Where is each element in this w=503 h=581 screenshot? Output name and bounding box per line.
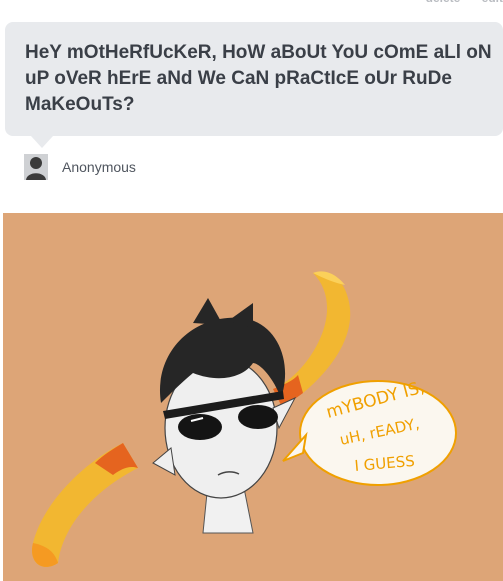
speech-bubble: mYBODY IS, uH, rEADY, I GUESS [282, 377, 457, 486]
delete-link[interactable]: delete [426, 0, 461, 5]
asker-info: Anonymous [24, 154, 136, 180]
right-horn [273, 271, 351, 405]
left-horn [32, 443, 138, 567]
asker-name[interactable]: Anonymous [62, 159, 136, 175]
post-actions: delete edit [408, 0, 503, 5]
character-head [152, 298, 297, 499]
answer-illustration: mYBODY IS, uH, rEADY, I GUESS [3, 213, 503, 581]
question-bubble: HeY mOtHeRfUcKeR, HoW aBoUt YoU cOmE aLl… [5, 22, 503, 148]
edit-link[interactable]: edit [482, 0, 503, 5]
question-text: HeY mOtHeRfUcKeR, HoW aBoUt YoU cOmE aLl… [25, 42, 492, 115]
anonymous-avatar-icon[interactable] [24, 154, 48, 180]
